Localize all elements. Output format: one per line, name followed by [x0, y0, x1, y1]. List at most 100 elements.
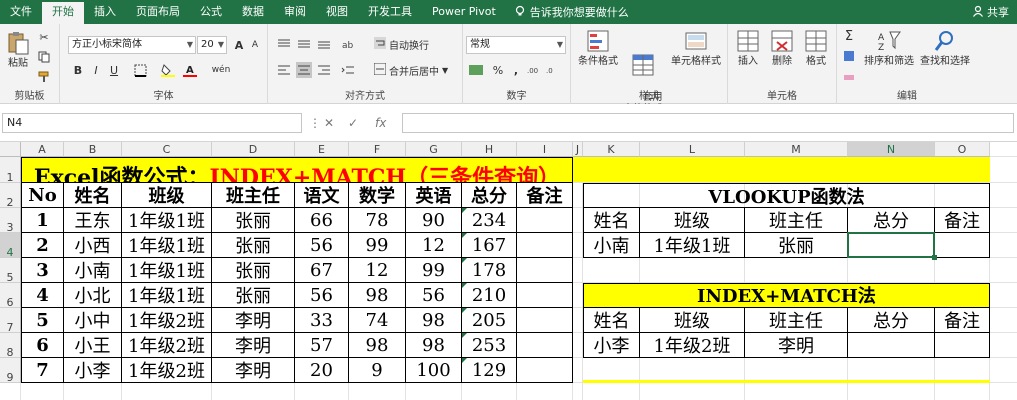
error-indicator-icon — [462, 308, 467, 313]
share-button[interactable]: 共享 — [972, 4, 1017, 20]
tell-me-box[interactable]: 告诉我你想要做什么 — [506, 4, 629, 20]
align-right-icon[interactable] — [316, 62, 332, 78]
column-header-o[interactable]: O — [935, 142, 990, 157]
fill-color-icon[interactable] — [160, 62, 176, 78]
column-header-b[interactable]: B — [64, 142, 122, 157]
align-bottom-icon[interactable] — [316, 36, 332, 52]
indent-icon[interactable] — [340, 62, 356, 78]
percent-button[interactable]: % — [490, 62, 506, 78]
select-all-corner[interactable] — [0, 142, 21, 157]
insert-function-icon[interactable]: fx — [375, 113, 386, 133]
phonetic-icon[interactable]: wén — [210, 62, 232, 78]
row-header-8[interactable]: 8 — [0, 333, 21, 359]
format-painter-icon[interactable] — [36, 69, 52, 85]
clipboard-group-label: 剪贴板 — [14, 91, 45, 102]
tab-file[interactable]: 文件 — [0, 0, 42, 24]
column-header-l[interactable]: L — [640, 142, 745, 157]
spreadsheet-grid[interactable]: A B C D E F G H I J K L M N O 1 2 3 4 5 6 7 8 9 Excel函数公式： INDEX+… — [0, 142, 1017, 400]
table-cell: 33 — [295, 308, 349, 333]
borders-icon[interactable] — [132, 62, 148, 78]
indexmatch-header: 备注 — [935, 308, 990, 333]
find-select-button[interactable]: 查找和选择 — [917, 28, 973, 68]
font-color-icon[interactable]: A — [182, 62, 198, 78]
column-header-d[interactable]: D — [212, 142, 295, 157]
table-cell: 99 — [406, 258, 462, 283]
tab-power-pivot[interactable]: Power Pivot — [422, 0, 506, 24]
column-header-g[interactable]: G — [406, 142, 462, 157]
column-header-h[interactable]: H — [462, 142, 517, 157]
tab-data[interactable]: 数据 — [232, 0, 274, 24]
insert-cells-button[interactable]: 插入 — [732, 28, 764, 68]
paste-button[interactable]: 粘贴 — [4, 30, 32, 70]
tab-developer[interactable]: 开发工具 — [358, 0, 422, 24]
enter-icon[interactable]: ✓ — [348, 113, 358, 133]
tab-view[interactable]: 视图 — [316, 0, 358, 24]
font-size-select[interactable]: 20 ▼ — [197, 36, 227, 54]
grow-font-icon[interactable]: A — [231, 37, 247, 53]
conditional-format-button[interactable]: 条件格式 — [575, 28, 621, 68]
row-header-5[interactable]: 5 — [0, 258, 21, 284]
column-header-j[interactable]: J — [573, 142, 583, 157]
column-header-n[interactable]: N — [848, 142, 935, 157]
column-header-f[interactable]: F — [349, 142, 406, 157]
tab-insert[interactable]: 插入 — [84, 0, 126, 24]
delete-cells-button[interactable]: 删除 — [766, 28, 798, 68]
group-font: 方正小标宋简体 ▼ 20 ▼ A A B I U A wén 字体 — [60, 24, 268, 104]
vlookup-cell — [935, 233, 990, 258]
column-header-e[interactable]: E — [295, 142, 349, 157]
column-header-c[interactable]: C — [122, 142, 212, 157]
row-header-9[interactable]: 9 — [0, 358, 21, 384]
comma-button[interactable]: , — [508, 62, 524, 78]
column-header-i[interactable]: I — [517, 142, 573, 157]
row-header-2[interactable]: 2 — [0, 183, 21, 209]
align-center-icon[interactable] — [296, 62, 312, 78]
indexmatch-cell: 小李 — [583, 333, 640, 358]
row-header-4[interactable]: 4 — [0, 233, 21, 259]
copy-icon[interactable] — [36, 49, 52, 65]
row-header-7[interactable]: 7 — [0, 308, 21, 334]
indexmatch-header: 班主任 — [745, 308, 848, 333]
tab-review[interactable]: 审阅 — [274, 0, 316, 24]
row-header-6[interactable]: 6 — [0, 283, 21, 309]
underline-button[interactable]: U — [106, 62, 122, 78]
row-header-1[interactable]: 1 — [0, 157, 21, 184]
autosum-icon[interactable]: Σ — [841, 28, 857, 44]
row-header-3[interactable]: 3 — [0, 208, 21, 234]
format-cells-button[interactable]: 格式 — [800, 28, 832, 68]
formula-input[interactable] — [402, 113, 1014, 133]
fill-handle[interactable] — [932, 255, 937, 260]
wrap-text-button[interactable]: 自动换行 — [374, 35, 429, 53]
bold-button[interactable]: B — [70, 62, 86, 78]
align-middle-icon[interactable] — [296, 36, 312, 52]
sort-filter-button[interactable]: AZ 排序和筛选 — [863, 28, 915, 68]
tab-page-layout[interactable]: 页面布局 — [126, 0, 190, 24]
merge-center-button[interactable]: 合并后居中 ▼ — [373, 61, 448, 79]
number-format-select[interactable]: 常规 ▼ — [466, 36, 566, 54]
selected-cell-n4[interactable] — [847, 232, 935, 258]
clear-icon[interactable] — [841, 68, 857, 84]
italic-button[interactable]: I — [88, 62, 104, 78]
tab-home[interactable]: 开始 — [42, 2, 84, 24]
font-name-select[interactable]: 方正小标宋简体 ▼ — [68, 36, 196, 54]
column-header-m[interactable]: M — [745, 142, 848, 157]
cut-icon[interactable]: ✂ — [36, 29, 52, 45]
paste-label: 粘贴 — [8, 58, 28, 69]
column-header-a[interactable]: A — [21, 142, 64, 157]
person-icon — [972, 5, 984, 20]
table-cell: 78 — [349, 208, 406, 233]
increase-decimal-icon[interactable]: .00 — [526, 62, 542, 78]
name-box[interactable]: N4 — [2, 113, 302, 133]
align-left-icon[interactable] — [276, 62, 292, 78]
decrease-decimal-icon[interactable]: .0 — [545, 62, 561, 78]
column-header-k[interactable]: K — [583, 142, 640, 157]
align-top-icon[interactable] — [276, 36, 292, 52]
indexmatch-cell: 李明 — [745, 333, 848, 358]
cell-styles-button[interactable]: 单元格样式 — [667, 28, 725, 68]
tab-formulas[interactable]: 公式 — [190, 0, 232, 24]
orientation-icon[interactable]: ab — [340, 36, 356, 52]
cancel-icon[interactable]: ✕ — [324, 113, 334, 133]
shrink-font-icon[interactable]: A — [247, 37, 263, 53]
fill-icon[interactable] — [841, 48, 857, 64]
delete-cells-label: 删除 — [772, 56, 792, 67]
currency-icon[interactable] — [468, 62, 484, 78]
